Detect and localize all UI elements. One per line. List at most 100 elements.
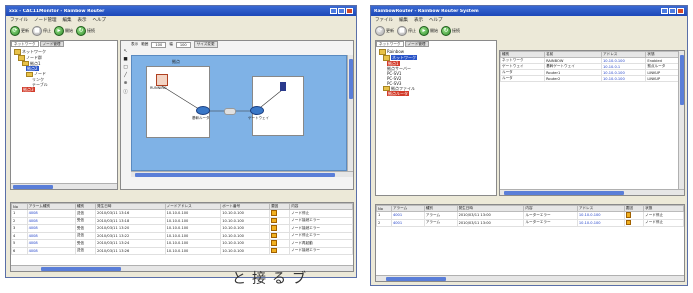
- stop-button[interactable]: ■ 停止: [32, 26, 51, 36]
- hand-tool-icon[interactable]: ■: [123, 57, 127, 62]
- play-button[interactable]: ▸ 開始: [54, 26, 73, 36]
- table-cell: アラーム: [423, 218, 458, 227]
- table-cell: 10.10.0.100: [220, 209, 271, 218]
- width-input[interactable]: 100: [175, 41, 191, 48]
- folder-icon: [379, 49, 386, 55]
- scroll-thumb[interactable]: [348, 59, 353, 99]
- table-cell: [269, 216, 291, 225]
- table-cell: 2010/03/11 13:00: [456, 218, 525, 227]
- map-tool-strip: ↖ ■ □ ╱ ⊕ ⓘ: [122, 49, 129, 183]
- table-cell: 10.10.0.100: [164, 231, 222, 240]
- stop-button[interactable]: ■ 停止: [397, 26, 416, 36]
- map-vscrollbar[interactable]: [347, 55, 353, 171]
- table-cell: ノード停止: [643, 218, 684, 227]
- info-tool-icon[interactable]: ⓘ: [123, 89, 128, 95]
- table-cell: 2010/03/11 13:20: [95, 224, 166, 233]
- minimize-button[interactable]: [330, 8, 337, 14]
- menu-node[interactable]: ノード管理: [34, 17, 57, 23]
- left-menu-bar: ファイル ノード管理 編集 表示 ヘルプ: [6, 16, 356, 24]
- scroll-thumb[interactable]: [679, 55, 684, 105]
- refresh-button[interactable]: ⟳ 更新: [375, 26, 394, 36]
- cloud-icon: [224, 108, 236, 115]
- connect-button[interactable]: ↻ 接続: [76, 26, 95, 36]
- zoom-input[interactable]: 100: [151, 41, 167, 48]
- table-cell: 6: [11, 246, 28, 255]
- link-tool-icon[interactable]: ╱: [124, 73, 127, 78]
- left-tree: ネットワーク ノード群 拠点1 拠点2 ノード リンク テーブル 拠点3: [11, 47, 117, 94]
- scroll-thumb[interactable]: [504, 190, 624, 195]
- tree-hscrollbar[interactable]: [11, 183, 117, 189]
- router-icon[interactable]: [196, 106, 210, 115]
- table-row[interactable]: 2 4001 アラーム 2010/03/11 13:00 ルーターエラー 10.10.0.…: [376, 218, 684, 227]
- map-links: [161, 85, 283, 112]
- right-toolbar: ⟳ 更新 ■ 停止 ▸ 開始 ↻ 接続: [371, 24, 687, 38]
- table-cell: 4008: [26, 224, 76, 233]
- detail-hscrollbar[interactable]: [500, 189, 684, 195]
- table-cell: 10.10.0.100: [164, 209, 222, 218]
- table-cell: 10.10.0.100: [164, 246, 222, 255]
- maximize-button[interactable]: [338, 8, 345, 14]
- maximize-button[interactable]: [669, 8, 676, 14]
- scroll-thumb[interactable]: [41, 266, 121, 271]
- play-button[interactable]: ▸ 開始: [419, 26, 438, 36]
- warning-icon: [625, 219, 632, 225]
- alarm-hscrollbar[interactable]: [376, 275, 684, 281]
- tree-item-error[interactable]: 拠点ルータ: [379, 91, 493, 97]
- map-hscrollbar[interactable]: [131, 171, 353, 177]
- menu-file[interactable]: ファイル: [10, 17, 28, 23]
- menu-edit[interactable]: 編集: [399, 17, 408, 23]
- connect-button[interactable]: ↻ 接続: [441, 26, 460, 36]
- map-canvas[interactable]: 拠点 RUNNING 基幹ルータ ゲートウェイ: [131, 55, 347, 171]
- play-icon: ▸: [419, 26, 429, 36]
- menu-view[interactable]: 表示: [78, 17, 87, 23]
- close-button[interactable]: [346, 8, 353, 14]
- menu-help[interactable]: ヘルプ: [429, 17, 443, 23]
- table-cell: ルーターエラー: [523, 218, 578, 227]
- table-cell: [269, 239, 291, 248]
- table-row[interactable]: 2 4008 受信 2010/03/11 13:18 10.10.0.100 10.10.…: [11, 216, 353, 225]
- scroll-thumb[interactable]: [13, 184, 53, 189]
- table-row[interactable]: ルータ Router2 10.10.0.100 LINKUP: [499, 75, 684, 82]
- table-row[interactable]: 3 4008 受信 2010/03/11 13:20 10.10.0.100 10.10.…: [11, 224, 353, 233]
- table-cell: Router2: [544, 75, 603, 82]
- table-row[interactable]: 5 4008 受信 2010/03/11 13:24 10.10.0.100 10.10.…: [11, 239, 353, 248]
- table-cell: [269, 224, 291, 233]
- menu-edit[interactable]: 編集: [63, 17, 72, 23]
- node-tool-icon[interactable]: □: [123, 65, 127, 70]
- table-cell: 送信: [74, 209, 97, 218]
- detail-vscrollbar[interactable]: [678, 51, 684, 195]
- tab-node[interactable]: ノード管理: [404, 41, 429, 47]
- refresh-button[interactable]: ⟳ 更新: [10, 26, 29, 36]
- tab-node[interactable]: ノード管理: [39, 41, 64, 47]
- scroll-thumb[interactable]: [135, 172, 335, 177]
- warning-icon: [271, 210, 277, 216]
- scroll-thumb[interactable]: [386, 276, 446, 281]
- gateway-icon[interactable]: [250, 106, 264, 115]
- stop-icon: ■: [397, 26, 407, 36]
- table-cell: 10.10.0.100: [220, 246, 271, 255]
- menu-help[interactable]: ヘルプ: [93, 17, 107, 23]
- table-row[interactable]: 1 4008 送信 2010/03/11 13:16 10.10.0.100 10.10.…: [11, 209, 353, 218]
- table-row[interactable]: 1 4001 アラーム 2010/03/11 13:00 ルーターエラー 10.10.0.…: [376, 211, 684, 220]
- tab-network[interactable]: ネットワーク: [376, 41, 404, 47]
- resize-button[interactable]: サイズ変更: [193, 41, 218, 48]
- table-cell: 10.10.0.100: [576, 218, 625, 227]
- table-row[interactable]: 6 4008 送信 2010/03/11 13:26 10.10.0.100 10.10.…: [11, 246, 353, 255]
- table-cell: ルータ: [499, 75, 546, 82]
- table-row[interactable]: 4 4008 送信 2010/03/11 13:22 10.10.0.100 10.10.…: [11, 231, 353, 240]
- pc-icon[interactable]: [280, 82, 286, 91]
- tab-network[interactable]: ネットワーク: [11, 41, 39, 47]
- close-button[interactable]: [677, 8, 684, 14]
- pointer-tool-icon[interactable]: ↖: [124, 49, 128, 54]
- minimize-button[interactable]: [661, 8, 668, 14]
- tree-item-error[interactable]: 拠点3: [14, 87, 114, 92]
- zoom-tool-icon[interactable]: ⊕: [124, 81, 128, 86]
- table-cell: 4008: [26, 216, 76, 225]
- table-cell: 4008: [26, 246, 76, 255]
- alarm-grid: No アラーム 種別 発生日時 内容 アドレス 要因 状態 1 4001 アラーム 2010/03/…: [376, 205, 684, 227]
- detail-grid: 種別 名前 アドレス 状態 ネットワーク RAINBOW 10.10.0.100 Enabl…: [499, 51, 684, 82]
- play-icon: ▸: [54, 26, 64, 36]
- menu-file[interactable]: ファイル: [375, 17, 393, 23]
- menu-view[interactable]: 表示: [414, 17, 423, 23]
- table-cell: ノード停止: [289, 209, 353, 218]
